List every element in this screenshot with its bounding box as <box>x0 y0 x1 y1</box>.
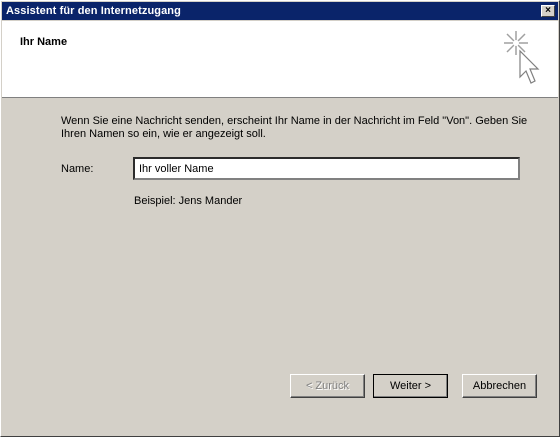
window-title: Assistent für den Internetzugang <box>6 5 181 17</box>
close-icon: × <box>545 5 551 16</box>
wizard-window: Assistent für den Internetzugang × Ihr N… <box>0 0 560 437</box>
wizard-sparkle-cursor-icon <box>504 31 540 84</box>
next-button[interactable]: Weiter > <box>373 374 448 398</box>
example-text: Beispiel: Jens Mander <box>134 195 243 207</box>
cancel-button[interactable]: Abbrechen <box>462 374 537 398</box>
name-field[interactable] <box>133 157 520 180</box>
wizard-content: Wenn Sie eine Nachricht senden, erschein… <box>1 98 559 436</box>
wizard-header: Ihr Name <box>2 21 558 98</box>
name-label-text: Name: <box>61 163 94 175</box>
intro-text: Wenn Sie eine Nachricht senden, erschein… <box>61 115 528 140</box>
name-label: Name: <box>61 163 93 175</box>
title-bar[interactable]: Assistent für den Internetzugang × <box>2 2 558 20</box>
back-button[interactable]: < Zurück <box>290 374 365 398</box>
page-title: Ihr Name <box>20 36 68 48</box>
close-button[interactable]: × <box>541 5 555 17</box>
